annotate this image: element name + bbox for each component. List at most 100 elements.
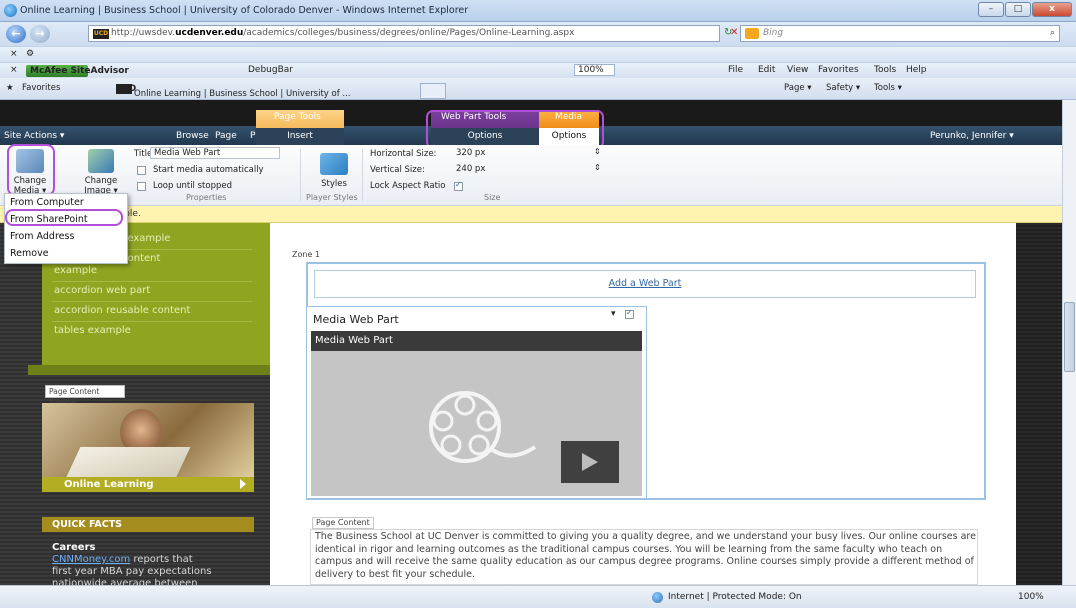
web-part-menu-icon[interactable]: ▾ [611,309,616,319]
qf-text-1: reports that [130,554,193,565]
media-web-part-header[interactable]: Media Web Part [313,313,399,326]
zoom-select[interactable]: 100% [574,64,615,76]
debugbar-button[interactable]: DebugBar [248,65,293,75]
menu-help[interactable]: Help [906,65,927,75]
play-button[interactable] [561,441,619,483]
favorites-star-icon[interactable]: ★ [6,83,14,93]
close-button[interactable]: x [1032,2,1072,17]
nav-item-example[interactable]: example [54,265,97,276]
lock-aspect-checkbox[interactable] [454,180,463,191]
media-title-bar: Media Web Part [311,331,642,351]
v-size-label: Vertical Size: [370,165,425,175]
menu-file[interactable]: File [728,65,743,75]
h-size-spinner[interactable]: ⇕ [594,147,601,156]
group-properties-label: Properties [186,193,227,202]
mcafee-siteadvisor-button[interactable]: McAfee SiteAdvisor [26,65,129,77]
window-title: Online Learning | Business School | Univ… [20,5,469,16]
cmd-tools[interactable]: Tools ▾ [874,83,902,93]
site-favicon: UCD [93,29,109,39]
loop-label: Loop until stopped [153,181,232,191]
toolbar-gear-icon[interactable]: ⚙ [26,49,34,59]
favorites-button[interactable]: Favorites [22,83,60,93]
window-title-bar: Online Learning | Business School | Univ… [0,0,1076,22]
highlight-ring-tabs [426,110,604,149]
toolbar-close-x[interactable]: × [10,49,18,59]
web-part-select-checkbox[interactable] [625,308,634,319]
v-size-spinner[interactable]: ⇕ [594,163,601,172]
careers-heading: Careers [52,542,96,553]
address-bar[interactable]: UCD http://uwsdev.ucdenver.edu/academics… [88,25,720,42]
styles-button[interactable]: Styles [316,179,352,189]
menu-favorites[interactable]: Favorites [818,65,859,75]
add-web-part-link[interactable]: Add a Web Part [314,270,976,298]
scrollbar-thumb[interactable] [1064,302,1075,372]
change-image-icon [88,149,114,173]
favorites-bar: ★ Favorites UCD Online Learning | Busine… [0,78,1076,100]
site-actions-menu[interactable]: Site Actions ▾ [4,131,64,141]
nav-divider [52,281,252,282]
tab-browse[interactable]: Browse [176,131,209,141]
cmd-page[interactable]: Page ▾ [784,83,812,93]
forward-button[interactable]: → [30,25,50,43]
page-content-label: Page Content [312,517,374,529]
nav-item-accordion-reusable[interactable]: accordion reusable content [54,305,190,316]
toolbar2-close-x[interactable]: × [10,65,18,75]
search-placeholder: Bing [763,28,784,38]
search-icon[interactable]: ⌕ [1050,26,1055,41]
start-auto-checkbox[interactable] [137,166,146,175]
tab-page[interactable]: Page [215,131,237,141]
quick-facts-text: Careers CNNMoney.com reports that first … [52,542,257,590]
menu-view[interactable]: View [787,65,808,75]
online-learning-link[interactable]: Online Learning [42,477,254,492]
zone-label: Zone 1 [292,250,320,259]
ribbon-body: Change Media ▾ Change Image ▾ Title Medi… [0,145,1062,206]
styles-icon [320,153,348,175]
browser-status-bar: Internet | Protected Mode: On 100% [0,585,1076,608]
address-row: ← → UCD http://uwsdev.ucdenver.edu/acade… [0,22,1076,46]
nav-item-accordion-web-part[interactable]: accordion web part [54,285,150,296]
menu-edit[interactable]: Edit [758,65,775,75]
h-size-label: Horizontal Size: [370,149,437,159]
group-divider [362,149,363,201]
cmd-safety[interactable]: Safety ▾ [826,83,860,93]
v-size-input[interactable]: 240 px [452,163,580,175]
stop-icon[interactable]: ✕ [730,27,738,38]
cnnmoney-link[interactable]: CNNMoney.com [52,554,130,565]
highlight-ring-change-media [7,144,55,196]
new-tab-button[interactable] [420,83,446,99]
address-path: /academics/colleges/business/degrees/onl… [243,28,575,38]
tab-insert[interactable]: Insert [256,128,344,145]
back-button[interactable]: ← [6,25,26,43]
user-menu[interactable]: Perunko, Jennifer ▾ [930,131,1014,141]
search-input[interactable]: Bing ⌕ [740,25,1060,42]
menu-from-address[interactable]: From Address [10,231,74,242]
page-tools-context: Page Tools Insert [256,110,344,145]
title-input[interactable]: Media Web Part [150,147,280,159]
tab-favicon: UCD [116,84,137,94]
group-player-label: Player Styles [306,193,358,202]
security-zone-text[interactable]: Internet | Protected Mode: On [668,592,802,602]
address-domain: ucdenver.edu [175,28,244,38]
vertical-scrollbar[interactable] [1062,100,1076,585]
quick-facts-header: QUICK FACTS [42,517,254,532]
group-size-label: Size [484,193,501,202]
nav-divider [52,321,252,322]
online-learning-arrow-icon [240,479,246,489]
loop-checkbox[interactable] [137,182,146,191]
lock-aspect-label: Lock Aspect Ratio [370,181,446,191]
change-media-dropdown: From Computer From SharePoint From Addre… [4,193,128,264]
zoom-level[interactable]: 100% [1018,592,1044,602]
menu-remove[interactable]: Remove [10,248,49,259]
maximize-button[interactable]: □ [1005,2,1031,17]
sidebar-zone-label: Page Content Sidebar [45,385,125,407]
address-prefix: http://uwsdev. [111,28,176,38]
minimize-button[interactable]: – [978,2,1004,17]
browser-tab[interactable]: UCD Online Learning | Business School | … [112,81,418,99]
page-status-strip: out and editable. [0,206,1062,223]
nav-item-tables-example[interactable]: tables example [54,325,131,336]
h-size-input[interactable]: 320 px [452,147,580,159]
nav-base [28,365,270,375]
menu-tools[interactable]: Tools [874,65,896,75]
menu-from-computer[interactable]: From Computer [10,197,84,208]
globe-icon [652,592,663,603]
